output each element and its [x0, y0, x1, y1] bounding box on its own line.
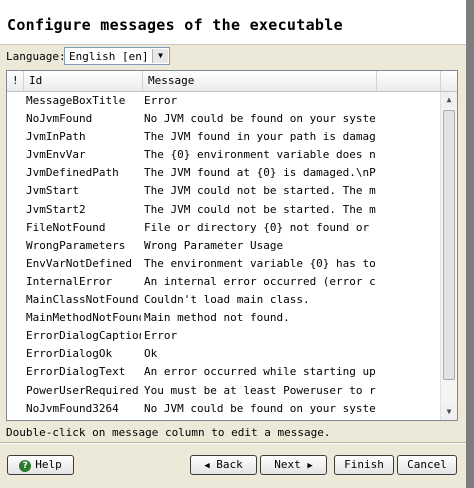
cancel-label: Cancel [407, 458, 447, 471]
window-edge [466, 0, 474, 488]
help-button[interactable]: ? Help [7, 455, 74, 475]
table-row[interactable]: MainClassNotFound Couldn't load main clas… [7, 291, 441, 309]
finish-label: Finish [344, 458, 384, 471]
table-row[interactable]: PowerUserRequired You must be at least Po… [7, 382, 441, 400]
row-message-cell[interactable]: The JVM could not be started. The maxi..… [144, 182, 376, 200]
row-message-cell[interactable]: The {0} environment variable does not\..… [144, 146, 376, 164]
back-button[interactable]: ◀ Back [190, 455, 257, 475]
row-message-cell[interactable]: The JVM found at {0} is damaged.\nPlea..… [144, 164, 376, 182]
table-row[interactable]: JvmInPath The JVM found in your path is d… [7, 128, 441, 146]
table-row[interactable]: EnvVarNotDefined The environment variable… [7, 255, 441, 273]
table-row[interactable]: WrongParameters Wrong Parameter Usage [7, 237, 441, 255]
back-label: Back [216, 458, 243, 471]
row-message-cell[interactable]: Error [144, 92, 376, 110]
table-row[interactable]: ErrorDialogCaption Error [7, 327, 441, 345]
row-message-cell[interactable]: No JVM could be found on your system.\..… [144, 400, 376, 418]
column-header-filler [377, 71, 441, 91]
scroll-up-icon[interactable]: ▲ [441, 92, 457, 108]
row-id-cell[interactable]: JvmDefinedPath [26, 164, 141, 182]
table-row[interactable]: NoJvmFound3264 No JVM could be found on y… [7, 400, 441, 418]
row-message-cell[interactable]: Main method not found. [144, 309, 376, 327]
row-message-cell[interactable]: Couldn't load main class. [144, 291, 376, 309]
table-row[interactable]: MainMethodNotFound Main method not found. [7, 309, 441, 327]
table-row[interactable]: JvmStart2 The JVM could not be started. T… [7, 201, 441, 219]
chevron-down-icon[interactable]: ▼ [152, 49, 168, 63]
table-row[interactable]: InternalError An internal error occurred … [7, 273, 441, 291]
table-row[interactable]: NoJvmFound No JVM could be found on your … [7, 110, 441, 128]
row-id-cell[interactable]: NoJvmFound3264 [26, 400, 141, 418]
scroll-down-icon[interactable]: ▼ [441, 404, 457, 420]
row-id-cell[interactable]: JvmStart [26, 182, 141, 200]
row-id-cell[interactable]: JvmInPath [26, 128, 141, 146]
divider [0, 442, 474, 444]
row-message-cell[interactable]: No JVM could be found on your system.\..… [144, 110, 376, 128]
hint-text: Double-click on message column to edit a… [6, 426, 331, 439]
row-message-cell[interactable]: The environment variable {0} has to be..… [144, 255, 376, 273]
row-message-cell[interactable]: Error [144, 327, 376, 345]
row-message-cell[interactable]: File or directory {0} not found or emp..… [144, 219, 376, 237]
dialog-header: Configure messages of the executable [0, 0, 474, 45]
language-row: Language: English [en] ▼ [0, 46, 474, 68]
help-icon: ? [19, 460, 32, 472]
row-message-cell[interactable]: The JVM could not be started. The maxi..… [144, 201, 376, 219]
row-id-cell[interactable]: ErrorDialogText [26, 363, 141, 381]
row-message-cell[interactable]: Ok [144, 345, 376, 363]
next-label: Next [274, 458, 301, 471]
table-row[interactable]: JvmEnvVar The {0} environment variable do… [7, 146, 441, 164]
language-select[interactable]: English [en] ▼ [64, 47, 170, 65]
row-id-cell[interactable]: WrongParameters [26, 237, 141, 255]
table-row[interactable]: JvmDefinedPath The JVM found at {0} is da… [7, 164, 441, 182]
table-row[interactable]: FileNotFound File or directory {0} not fo… [7, 219, 441, 237]
row-id-cell[interactable]: ErrorDialogCaption [26, 327, 141, 345]
row-id-cell[interactable]: NoJvmFound [26, 110, 141, 128]
row-id-cell[interactable]: PowerUserRequired [26, 382, 141, 400]
row-message-cell[interactable]: The JVM found in your path is damaged...… [144, 128, 376, 146]
row-message-cell[interactable]: An error occurred while starting up {0}: [144, 363, 376, 381]
row-id-cell[interactable]: JvmStart2 [26, 201, 141, 219]
next-button[interactable]: Next ▶ [260, 455, 327, 475]
finish-button[interactable]: Finish [334, 455, 394, 475]
cancel-button[interactable]: Cancel [397, 455, 457, 475]
row-message-cell[interactable]: An internal error occurred (error code..… [144, 273, 376, 291]
table-header: ! Id Message [7, 71, 457, 92]
help-label: Help [35, 458, 62, 471]
row-id-cell[interactable]: EnvVarNotDefined [26, 255, 141, 273]
row-id-cell[interactable]: FileNotFound [26, 219, 141, 237]
row-message-cell[interactable]: Wrong Parameter Usage [144, 237, 376, 255]
next-arrow-icon: ▶ [307, 461, 313, 471]
language-selected-value: English [en] [69, 50, 149, 63]
scrollbar-thumb[interactable] [443, 110, 455, 380]
table-row[interactable]: JvmStart The JVM could not be started. Th… [7, 182, 441, 200]
row-id-cell[interactable]: MainMethodNotFound [26, 309, 141, 327]
row-id-cell[interactable]: MainClassNotFound [26, 291, 141, 309]
table-row[interactable]: ErrorDialogText An error occurred while s… [7, 363, 441, 381]
row-id-cell[interactable]: ErrorDialogOk [26, 345, 141, 363]
column-header-flag[interactable]: ! [7, 71, 24, 91]
back-arrow-icon: ◀ [204, 461, 210, 471]
table-row[interactable]: MessageBoxTitle Error [7, 92, 441, 110]
column-header-message[interactable]: Message [143, 71, 377, 91]
table-body: MessageBoxTitle Error NoJvmFound No JVM cou… [7, 92, 441, 418]
row-id-cell[interactable]: JvmEnvVar [26, 146, 141, 164]
messages-table: ! Id Message MessageBoxTitle Error NoJvmFo… [6, 70, 458, 421]
table-row[interactable]: ErrorDialogOk Ok [7, 345, 441, 363]
row-message-cell[interactable]: You must be at least Poweruser to run ..… [144, 382, 376, 400]
language-label: Language: [6, 50, 66, 63]
dialog-title: Configure messages of the executable [7, 16, 343, 34]
row-id-cell[interactable]: MessageBoxTitle [26, 92, 141, 110]
column-header-id[interactable]: Id [24, 71, 143, 91]
vertical-scrollbar[interactable]: ▲ ▼ [440, 92, 457, 420]
row-id-cell[interactable]: InternalError [26, 273, 141, 291]
